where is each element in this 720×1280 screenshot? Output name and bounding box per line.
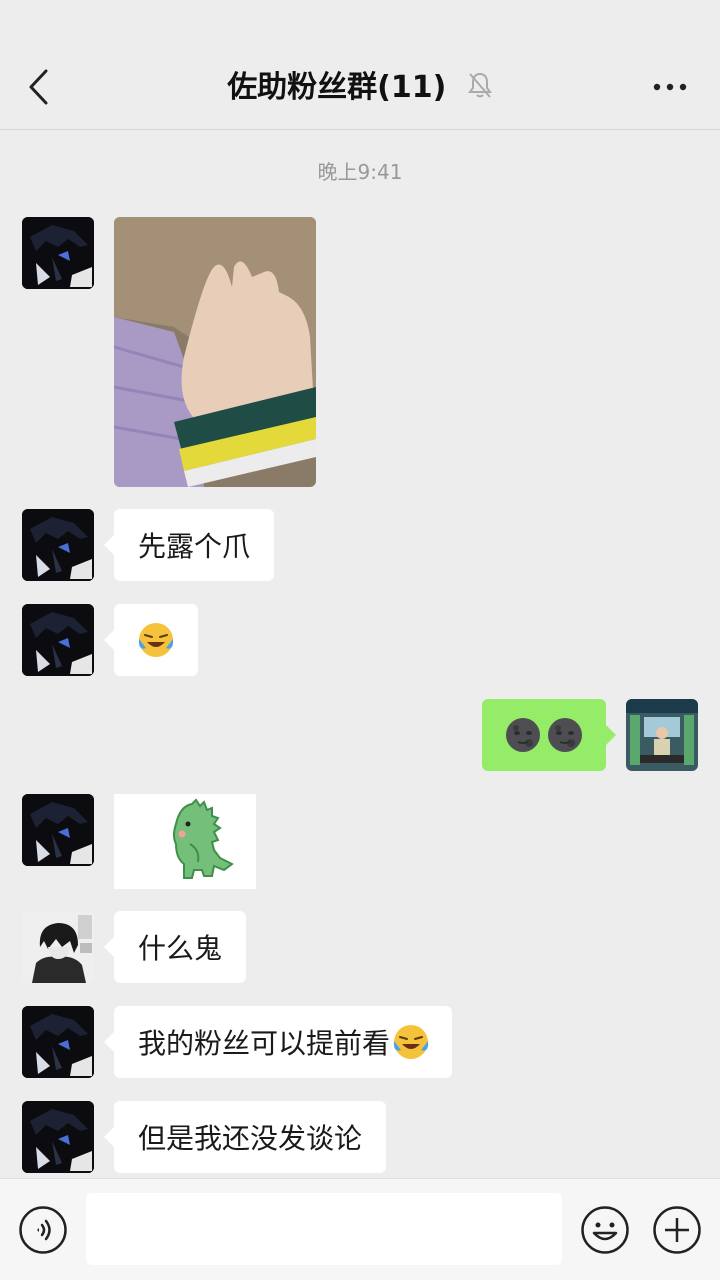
- emoji-icon: [581, 1206, 629, 1254]
- input-bar: [0, 1178, 720, 1280]
- new-moon-face-emoji-icon: [506, 718, 540, 752]
- message-text: 我的粉丝可以提前看: [138, 1027, 391, 1060]
- more-functions-button[interactable]: [652, 1205, 702, 1255]
- more-button[interactable]: [650, 72, 690, 102]
- message-bubble[interactable]: 什么鬼: [103, 911, 247, 983]
- avatar[interactable]: [22, 911, 94, 983]
- bell-off-icon: [467, 71, 493, 107]
- avatar[interactable]: [22, 217, 94, 289]
- message-bubble[interactable]: 我的粉丝可以提前看: [103, 1006, 453, 1078]
- dinosaur-sticker[interactable]: [114, 794, 256, 889]
- avatar[interactable]: [22, 1006, 94, 1078]
- message-text: 先露个爪: [138, 530, 251, 563]
- my-avatar[interactable]: [626, 699, 698, 771]
- chat-title: 佐助粉丝群(11): [227, 70, 447, 105]
- more-icon: [653, 83, 687, 91]
- avatar[interactable]: [22, 794, 94, 866]
- sent-message-bubble[interactable]: [482, 699, 616, 771]
- message-bubble[interactable]: 先露个爪: [103, 509, 275, 581]
- new-moon-face-emoji-icon: [548, 718, 582, 752]
- image-message[interactable]: [114, 217, 316, 487]
- avatar[interactable]: [22, 604, 94, 676]
- laughing-crying-emoji-icon: [393, 1025, 429, 1059]
- message-text: 但是我还没发谈论: [138, 1122, 363, 1155]
- chat-header: 佐助粉丝群(11): [0, 0, 720, 130]
- avatar[interactable]: [22, 509, 94, 581]
- message-input[interactable]: [86, 1193, 562, 1265]
- message-timestamp: 晚上9:41: [317, 160, 403, 184]
- voice-icon: [19, 1206, 67, 1254]
- plus-icon: [653, 1206, 701, 1254]
- voice-button[interactable]: [18, 1205, 68, 1255]
- message-text: 什么鬼: [138, 932, 223, 965]
- message-bubble[interactable]: [104, 604, 198, 676]
- avatar[interactable]: [22, 1101, 94, 1173]
- message-bubble[interactable]: 但是我还没发谈论: [103, 1101, 387, 1173]
- emoji-button[interactable]: [580, 1205, 630, 1255]
- laughing-crying-emoji-icon: [138, 623, 174, 657]
